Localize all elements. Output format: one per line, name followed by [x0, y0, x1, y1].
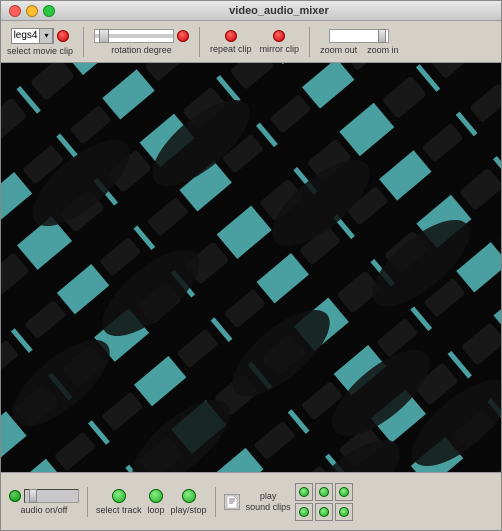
sound-btn-4[interactable]	[295, 503, 313, 521]
zoom-out-label: zoom out	[320, 45, 357, 55]
zoom-slider[interactable]	[329, 29, 389, 43]
mirror-group: mirror clip	[260, 30, 300, 54]
separator-3	[309, 27, 310, 57]
rotation-group: rotation degree	[94, 29, 189, 55]
mirror-controls	[273, 30, 285, 42]
select-track-controls	[112, 489, 126, 503]
rotation-controls	[94, 29, 189, 43]
loop-label: loop	[148, 505, 165, 515]
video-display	[1, 63, 501, 472]
repeat-label: repeat clip	[210, 44, 252, 54]
note-icon-button[interactable]	[224, 494, 240, 510]
zoom-controls	[329, 29, 389, 43]
mirror-button[interactable]	[273, 30, 285, 42]
sound-btn-6[interactable]	[335, 503, 353, 521]
play-stop-group: play/stop	[171, 489, 207, 515]
title-bar: video_audio_mixer	[1, 1, 501, 21]
rotation-onoff-button[interactable]	[177, 30, 189, 42]
play-button[interactable]	[57, 30, 69, 42]
audio-slider[interactable]	[24, 489, 79, 503]
close-button[interactable]	[9, 5, 21, 17]
audio-onoff-label: audio on/off	[21, 505, 68, 515]
bottom-separator-2	[215, 487, 216, 517]
play-stop-label: play/stop	[171, 505, 207, 515]
window-title: video_audio_mixer	[65, 5, 493, 17]
zoom-in-label: zoom in	[367, 45, 399, 55]
rotation-label: rotation degree	[111, 45, 172, 55]
movie-clip-label: select movie clip	[7, 46, 73, 56]
mirror-label: mirror clip	[260, 44, 300, 54]
play-sound-clips-label: play sound clips	[246, 491, 291, 513]
sound-btn-5[interactable]	[315, 503, 333, 521]
sound-btn-1[interactable]	[295, 483, 313, 501]
sound-btn-2[interactable]	[315, 483, 333, 501]
audio-onoff-button[interactable]	[9, 490, 21, 502]
loop-button[interactable]	[149, 489, 163, 503]
sound-clips-group: play sound clips	[246, 483, 353, 521]
bottom-toolbar: audio on/off select track loop play/stop	[1, 472, 501, 530]
sound-buttons-grid	[295, 483, 353, 521]
movie-clip-value: legs4	[12, 30, 40, 41]
movie-clip-dropdown[interactable]: ▾	[39, 28, 53, 44]
audio-group: audio on/off	[9, 489, 79, 515]
zoom-group: zoom out zoom in	[320, 29, 399, 55]
separator-1	[83, 27, 84, 57]
main-toolbar: legs4 ▾ select movie clip rotation degre…	[1, 21, 501, 63]
select-track-group: select track	[96, 489, 142, 515]
separator-2	[199, 27, 200, 57]
sound-btn-3[interactable]	[335, 483, 353, 501]
minimize-button[interactable]	[26, 5, 38, 17]
repeat-group: repeat clip	[210, 30, 252, 54]
repeat-controls	[225, 30, 237, 42]
window-controls	[9, 5, 55, 17]
dropdown-arrow-icon: ▾	[44, 31, 48, 40]
loop-group: loop	[148, 489, 165, 515]
play-stop-button[interactable]	[182, 489, 196, 503]
audio-controls	[9, 489, 79, 503]
select-track-label: select track	[96, 505, 142, 515]
play-stop-controls	[182, 489, 196, 503]
movie-clip-group: legs4 ▾ select movie clip	[7, 28, 73, 56]
app-window: video_audio_mixer legs4 ▾ select movie c…	[0, 0, 502, 531]
movie-clip-controls: legs4 ▾	[11, 28, 70, 44]
bottom-separator-1	[87, 487, 88, 517]
video-canvas	[1, 63, 501, 472]
rotation-slider[interactable]	[94, 29, 174, 43]
loop-controls	[149, 489, 163, 503]
repeat-button[interactable]	[225, 30, 237, 42]
maximize-button[interactable]	[43, 5, 55, 17]
select-track-button[interactable]	[112, 489, 126, 503]
